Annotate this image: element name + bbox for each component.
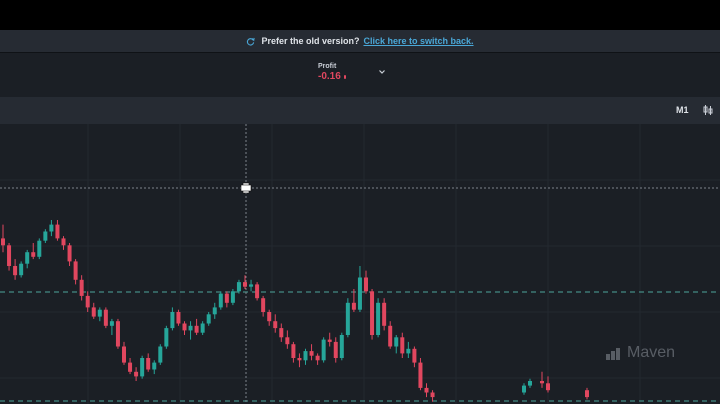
candle-body xyxy=(55,224,60,239)
candle-body xyxy=(279,328,284,338)
timeframe-button[interactable]: M1 xyxy=(676,105,689,115)
candle-body xyxy=(1,238,5,246)
candle-body xyxy=(273,321,278,329)
candle-body xyxy=(31,252,36,257)
profit-label: Profit xyxy=(318,63,337,70)
candle-body xyxy=(200,323,205,333)
candle-body xyxy=(540,381,544,384)
candle-body xyxy=(61,238,66,246)
candle-body xyxy=(321,339,326,361)
candle-body xyxy=(297,358,302,361)
candle-body xyxy=(218,293,223,308)
candle-body xyxy=(224,293,229,303)
candle-body xyxy=(146,358,151,370)
currency-badge-icon xyxy=(343,74,346,79)
candle-body xyxy=(236,282,241,292)
candle-body xyxy=(25,252,30,264)
candle-body xyxy=(134,371,139,377)
candle-body xyxy=(424,387,429,393)
candle-body xyxy=(382,302,387,326)
candle-body xyxy=(412,348,417,363)
switch-back-link[interactable]: Click here to switch back. xyxy=(363,36,473,46)
chevron-down-icon[interactable] xyxy=(377,67,387,77)
candle-body xyxy=(345,302,350,335)
candle-body xyxy=(122,346,126,363)
candle-body xyxy=(37,240,42,257)
candle-body xyxy=(546,383,550,391)
notice-text: Prefer the old version? xyxy=(261,36,360,46)
candle-body xyxy=(188,325,193,331)
candle-body xyxy=(13,266,18,276)
candle-body xyxy=(394,337,399,347)
candle-body xyxy=(103,309,108,326)
candlestick-type-icon[interactable] xyxy=(702,104,714,116)
candle-body xyxy=(85,295,90,308)
candle-body xyxy=(388,325,393,347)
candle-body xyxy=(67,245,72,262)
candle-body xyxy=(303,351,308,361)
candle-body xyxy=(291,344,296,358)
candle-body xyxy=(430,392,435,398)
chart-toolbar: M1 xyxy=(0,97,720,124)
candle-body xyxy=(194,325,199,333)
candle-body xyxy=(339,335,344,358)
candle-body xyxy=(418,362,423,388)
candle-body xyxy=(309,351,314,356)
maven-logo-icon xyxy=(606,347,624,360)
profit-value: -0.16 xyxy=(318,71,341,82)
candle-body xyxy=(333,341,338,358)
candle-body xyxy=(158,346,163,363)
candle-body xyxy=(128,362,133,372)
profit-widget: Profit -0.16 xyxy=(318,63,346,82)
candle-body xyxy=(261,298,266,312)
candle-body xyxy=(140,358,145,377)
candle-body xyxy=(255,284,260,299)
candle-body xyxy=(522,385,526,393)
candle-body xyxy=(351,302,356,310)
candle-body xyxy=(206,314,211,324)
candle-body xyxy=(406,348,411,354)
candle-body xyxy=(79,279,84,296)
candle-body xyxy=(267,312,272,322)
version-notice-bar: Prefer the old version? Click here to sw… xyxy=(0,30,720,52)
candle-body xyxy=(19,263,24,276)
candle-body xyxy=(49,224,54,232)
candle-body xyxy=(164,328,169,347)
candle-body xyxy=(73,261,78,280)
maven-watermark: Maven xyxy=(606,344,675,362)
profit-value-row: -0.16 xyxy=(318,71,346,82)
candle-body xyxy=(109,321,114,326)
crosshair-cursor-icon xyxy=(240,182,252,194)
candle-body xyxy=(115,321,120,347)
account-bar: Profit -0.16 xyxy=(0,52,720,97)
candle-body xyxy=(152,362,157,370)
candle-body xyxy=(285,337,290,345)
candle-body xyxy=(97,309,102,317)
candle-body xyxy=(376,302,381,335)
candle-body xyxy=(400,337,405,354)
candle-body xyxy=(43,231,48,241)
candle-body xyxy=(364,277,368,292)
candle-body xyxy=(315,355,320,361)
candle-body xyxy=(176,312,181,324)
candle-body xyxy=(230,291,235,303)
candle-body xyxy=(585,390,589,398)
price-chart[interactable]: Maven xyxy=(0,124,720,404)
candle-body xyxy=(243,282,247,287)
candle-body xyxy=(91,307,96,317)
candle-body xyxy=(528,381,532,386)
watermark-text: Maven xyxy=(627,344,676,361)
candle-body xyxy=(182,323,187,331)
candle-body xyxy=(249,284,254,287)
candle-body xyxy=(170,312,175,329)
candle-body xyxy=(212,307,217,315)
candle-body xyxy=(357,277,362,310)
candle-body xyxy=(7,245,12,266)
chart-canvas[interactable] xyxy=(0,124,720,404)
candle-body xyxy=(327,339,332,342)
refresh-icon xyxy=(247,37,256,46)
candle-body xyxy=(370,291,375,335)
letterbox-top xyxy=(0,0,720,30)
